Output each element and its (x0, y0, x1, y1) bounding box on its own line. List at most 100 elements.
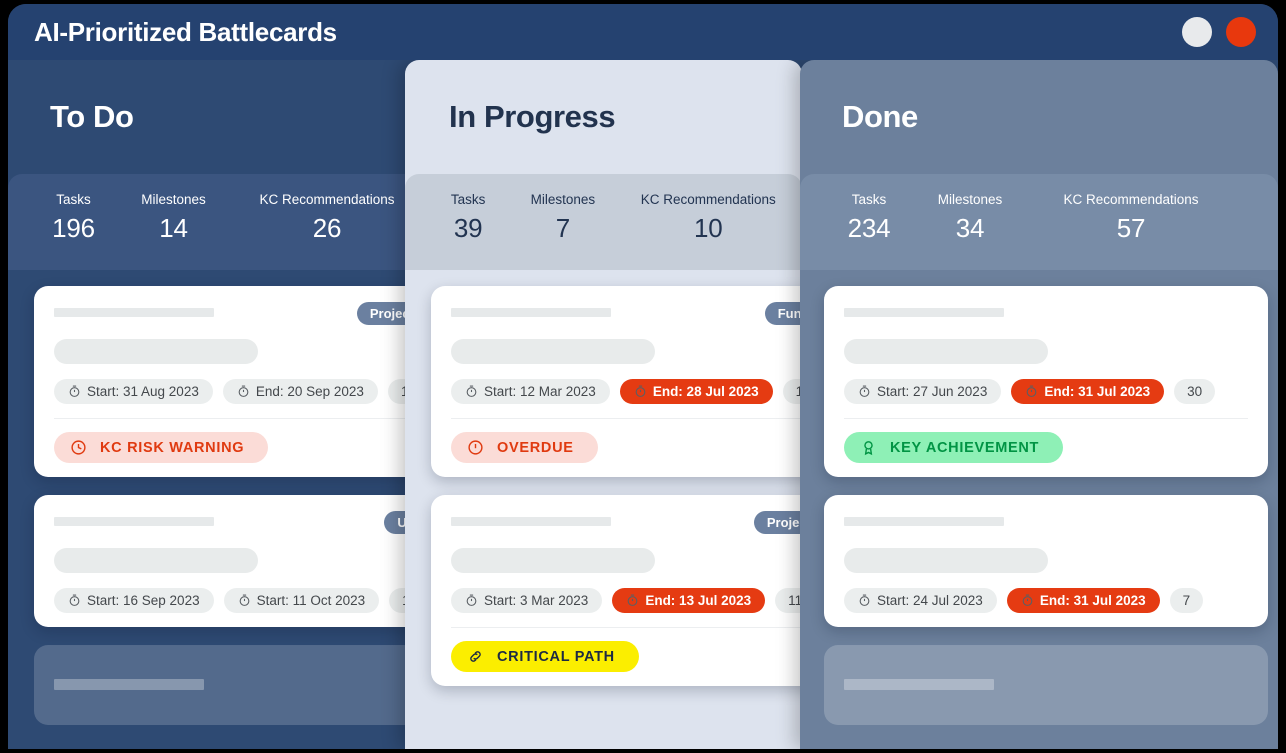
card-title-placeholder (844, 517, 1004, 526)
task-card[interactable]: Project Manager Start: 3 Mar 2023 (431, 495, 802, 686)
owner-badge: Function Head (764, 302, 802, 325)
card-title-placeholder (451, 517, 611, 526)
stopwatch-icon (465, 594, 478, 607)
stopwatch-icon (634, 385, 647, 398)
task-card[interactable]: Start: 27 Jun 2023 End: 31 Jul 2023 30 K… (824, 286, 1268, 477)
status-label: KEY ACHIEVEMENT (890, 439, 1040, 456)
award-icon (860, 439, 877, 456)
stat-kc-recommendations: KC Recommendations 26 (228, 192, 426, 244)
column-stats-in-progress: Tasks 39 Milestones 7 KC Recommendations… (405, 174, 802, 270)
card-meta-chips: Start: 3 Mar 2023 End: 13 Jul 2023 118 (… (451, 588, 802, 613)
stat-milestones: Milestones 34 (915, 192, 1025, 244)
kanban-board: To Do Tasks 196 Milestones 14 KC Recomme… (8, 60, 1278, 749)
end-date-text: End: 13 Jul 2023 (645, 593, 752, 608)
stat-label: Tasks (56, 192, 91, 207)
column-todo: To Do Tasks 196 Milestones 14 KC Recomme… (8, 60, 426, 749)
card-header: Unassigned (54, 511, 426, 535)
end-date-chip: End: 20 Sep 2023 (222, 379, 378, 404)
card-subtitle-placeholder (54, 339, 258, 364)
task-card[interactable]: Unassigned Start: 16 Sep 2023 (34, 495, 426, 627)
stopwatch-icon (238, 594, 251, 607)
clock-icon (70, 439, 87, 456)
stat-label: Tasks (851, 192, 887, 207)
column-header-done: Done (800, 60, 1278, 174)
card-meta-chips: Start: 12 Mar 2023 End: 28 Jul 2023 145 … (451, 379, 802, 404)
stat-kc-recommendations: KC Recommendations 57 (1025, 192, 1237, 244)
end-date-text: End: 20 Sep 2023 (255, 384, 364, 399)
stat-tasks: Tasks 39 (425, 192, 511, 244)
card-subtitle-placeholder (451, 339, 655, 364)
close-button[interactable] (1226, 17, 1256, 47)
column-stats-done: Tasks 234 Milestones 34 KC Recommendatio… (800, 174, 1278, 270)
start-date-chip: Start: 24 Jul 2023 (844, 588, 997, 613)
status-label: KC RISK WARNING (100, 439, 245, 456)
task-card[interactable]: Function Head Start: 12 Mar 2023 (431, 286, 802, 477)
stat-value: 57 (1116, 213, 1146, 243)
start-date-text: Start: 31 Aug 2023 (87, 384, 199, 399)
start-date-chip: Start: 31 Aug 2023 (54, 379, 213, 404)
count-chip: 118 (22) (775, 588, 802, 613)
start-date-text: Start: 16 Sep 2023 (87, 593, 200, 608)
status-badge[interactable]: OVERDUE (451, 432, 598, 463)
stopwatch-icon (1021, 594, 1034, 607)
stat-value: 34 (955, 213, 985, 243)
card-title-placeholder (844, 679, 994, 690)
stat-tasks: Tasks 196 (28, 192, 119, 244)
owner-badge: Project Manager (753, 511, 802, 534)
stat-value: 234 (847, 213, 891, 243)
title-bar: AI-Prioritized Battlecards (8, 4, 1278, 60)
minimize-button[interactable] (1182, 17, 1212, 47)
stat-value: 10 (693, 213, 723, 243)
stat-label: Tasks (450, 192, 486, 207)
column-stats-todo: Tasks 196 Milestones 14 KC Recommendatio… (8, 174, 426, 270)
stopwatch-icon (858, 385, 871, 398)
count-chip: 30 (1174, 379, 1216, 404)
stopwatch-icon (68, 385, 81, 398)
stat-label: KC Recommendations (259, 192, 395, 207)
card-header: Project Manager (451, 511, 802, 535)
end-date-text: Start: 11 Oct 2023 (256, 593, 366, 608)
stopwatch-icon (68, 594, 81, 607)
card-divider (451, 418, 802, 419)
status-badge[interactable]: CRITICAL PATH (451, 641, 639, 672)
card-header: Project Manager (54, 302, 426, 326)
card-subtitle-placeholder (844, 339, 1048, 364)
card-title-placeholder (54, 679, 204, 690)
end-date-chip: Start: 11 Oct 2023 (223, 588, 380, 613)
column-header-in-progress: In Progress (405, 60, 802, 174)
stat-value: 196 (52, 213, 95, 243)
end-date-text: End: 31 Jul 2023 (1039, 593, 1146, 608)
card-meta-chips: Start: 31 Aug 2023 End: 20 Sep 2023 12 (… (54, 379, 426, 404)
status-badge[interactable]: KEY ACHIEVEMENT (844, 432, 1064, 463)
stat-label: Milestones (937, 192, 1003, 207)
start-date-text: Start: 12 Mar 2023 (484, 384, 596, 399)
end-date-chip-overdue: End: 28 Jul 2023 (619, 379, 773, 404)
alert-circle-icon (467, 439, 484, 456)
stat-kc-recommendations: KC Recommendations 10 (614, 192, 802, 244)
card-header (844, 304, 1248, 326)
status-label: CRITICAL PATH (497, 648, 615, 665)
task-card[interactable]: Start: 24 Jul 2023 End: 31 Jul 2023 7 (824, 495, 1268, 627)
task-card-placeholder[interactable] (824, 645, 1268, 725)
card-header (844, 513, 1248, 535)
stat-value: 26 (312, 213, 342, 243)
task-card[interactable]: Project Manager Start: 31 Aug 2023 (34, 286, 426, 477)
start-date-chip: Start: 16 Sep 2023 (54, 588, 214, 613)
start-date-chip: Start: 27 Jun 2023 (844, 379, 1002, 404)
card-meta-chips: Start: 27 Jun 2023 End: 31 Jul 2023 30 (844, 379, 1248, 404)
stat-value: 7 (555, 213, 570, 243)
card-title-placeholder (54, 517, 214, 526)
stopwatch-icon (237, 385, 250, 398)
status-label: OVERDUE (497, 439, 574, 456)
window-controls (1182, 17, 1256, 47)
status-badge[interactable]: KC RISK WARNING (54, 432, 269, 463)
start-date-text: Start: 27 Jun 2023 (877, 384, 988, 399)
page-title: AI-Prioritized Battlecards (34, 16, 337, 47)
task-card-placeholder[interactable] (34, 645, 426, 725)
card-list-in-progress: Function Head Start: 12 Mar 2023 (405, 270, 802, 686)
start-date-chip: Start: 12 Mar 2023 (451, 379, 610, 404)
stopwatch-icon (858, 594, 871, 607)
card-meta-chips: Start: 24 Jul 2023 End: 31 Jul 2023 7 (844, 588, 1248, 613)
end-date-chip-overdue: End: 31 Jul 2023 (1011, 379, 1165, 404)
stopwatch-icon (1025, 385, 1038, 398)
